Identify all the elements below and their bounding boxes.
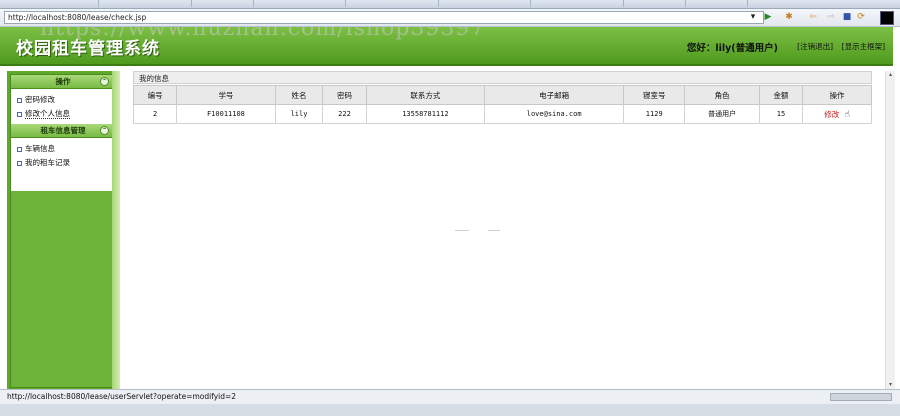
cell-action: 修改 ☝ <box>802 104 872 124</box>
cell-id: 2 <box>132 104 178 124</box>
column-header: 姓名 <box>274 85 324 105</box>
sidebar-item-edit-profile[interactable]: 修改个人信息 <box>11 107 115 121</box>
column-header: 操作 <box>802 85 872 105</box>
bullet-icon <box>17 98 22 103</box>
window-icon[interactable] <box>880 11 894 25</box>
editor-tab[interactable] <box>190 0 254 7</box>
cell-student-no: F10011108 <box>176 104 276 124</box>
sidebar-item-my-rentals[interactable]: 我的租车记录 <box>11 156 115 170</box>
sidebar-item-vehicle-info[interactable]: 车辆信息 <box>11 142 115 156</box>
tools-icon[interactable]: ✱ <box>784 12 794 22</box>
column-header: 寝室号 <box>623 85 686 105</box>
panel-title: 我的信息 <box>133 71 872 84</box>
table-header-row: 编号 学号 姓名 密码 联系方式 电子邮箱 寝室号 角色 金额 操作 <box>132 85 872 105</box>
modify-link[interactable]: 修改 <box>824 110 839 119</box>
cell-password: 222 <box>322 104 367 124</box>
editor-tab[interactable] <box>252 0 346 7</box>
column-header: 电子邮箱 <box>484 85 625 105</box>
browser-toolbar: ▾ ▶ ✱ ⇦ ⇨ ■ ⟳ <box>0 9 900 27</box>
sidebar-section-rental-management[interactable]: 租车信息管理 ⌃ <box>11 124 115 138</box>
bullet-icon <box>17 112 22 117</box>
bullet-icon <box>17 161 22 166</box>
page-header: https://www.huzhan.com/ishop39397 校园租车管理… <box>0 27 893 66</box>
logout-link[interactable]: [注销退出] <box>797 41 833 52</box>
refresh-icon[interactable]: ⟳ <box>856 12 866 22</box>
dropdown-icon[interactable]: ▾ <box>748 12 758 22</box>
browser-viewport: https://www.huzhan.com/ishop39397 校园租车管理… <box>0 27 896 389</box>
column-header: 编号 <box>132 85 178 105</box>
sidebar-item-label: 车辆信息 <box>25 144 55 153</box>
column-header: 联系方式 <box>365 85 486 105</box>
stop-icon[interactable]: ■ <box>842 12 852 22</box>
vertical-scrollbar[interactable]: ▴ ▾ <box>885 71 895 389</box>
collapse-icon[interactable]: ⌃ <box>100 126 109 135</box>
pointer-cursor-icon: ☝ <box>844 109 850 120</box>
scroll-up-icon[interactable]: ▴ <box>886 71 895 79</box>
cell-role: 普通用户 <box>684 104 760 124</box>
column-header: 金额 <box>758 85 804 105</box>
app-title: 校园租车管理系统 <box>16 39 160 59</box>
editor-tab[interactable] <box>345 0 439 7</box>
ghost-mark <box>455 230 469 231</box>
cell-dorm: 1129 <box>623 104 686 124</box>
show-main-frame-link[interactable]: [显示主框架] <box>842 41 885 52</box>
status-text: http://localhost:8080/lease/userServlet?… <box>7 392 237 401</box>
bottom-toolbar <box>0 404 900 416</box>
sidebar-filler <box>11 191 115 387</box>
forward-icon[interactable]: ⇨ <box>826 12 836 22</box>
sidebar-item-label: 密码修改 <box>25 95 55 104</box>
editor-tab[interactable] <box>684 0 748 7</box>
user-info-table: 编号 学号 姓名 密码 联系方式 电子邮箱 寝室号 角色 金额 操作 2 F10… <box>132 85 872 124</box>
sidebar-section-operations[interactable]: 操作 ⌃ <box>11 75 115 89</box>
editor-tab-strip <box>0 0 900 9</box>
status-bar: http://localhost:8080/lease/userServlet?… <box>0 389 900 404</box>
sidebar-item-change-password[interactable]: 密码修改 <box>11 93 115 107</box>
editor-tab[interactable] <box>0 0 99 7</box>
editor-tab[interactable] <box>622 0 686 7</box>
scroll-down-icon[interactable]: ▾ <box>886 381 895 389</box>
sidebar-section-title: 租车信息管理 <box>40 126 86 135</box>
back-icon[interactable]: ⇦ <box>808 12 818 22</box>
cell-amount: 15 <box>758 104 804 124</box>
column-header: 角色 <box>684 85 760 105</box>
sidebar: 操作 ⌃ 密码修改 修改个人信息 租车信息管理 ⌃ 车辆信息 我的租车记录 <box>7 71 119 389</box>
bullet-icon <box>17 147 22 152</box>
cell-phone: 13558781112 <box>365 104 486 124</box>
sidebar-section-title: 操作 <box>55 77 71 86</box>
cell-name: lily <box>274 104 324 124</box>
sidebar-menu: 操作 ⌃ 密码修改 修改个人信息 租车信息管理 ⌃ 车辆信息 我的租车记录 <box>10 74 116 388</box>
cell-email: love@sina.com <box>484 104 625 124</box>
sidebar-item-label: 我的租车记录 <box>25 158 70 167</box>
user-greeting: 您好：lily(普通用户) <box>686 43 778 54</box>
main-content: 我的信息 编号 学号 姓名 密码 联系方式 电子邮箱 寝室号 角色 金额 操作 <box>132 71 875 127</box>
url-input[interactable] <box>4 11 764 24</box>
editor-tab[interactable] <box>530 0 624 7</box>
collapse-icon[interactable]: ⌃ <box>100 77 109 86</box>
sidebar-item-label: 修改个人信息 <box>25 109 70 119</box>
column-header: 学号 <box>176 85 276 105</box>
progress-bar <box>830 393 892 401</box>
table-row: 2 F10011108 lily 222 13558781112 love@si… <box>132 104 872 124</box>
column-header: 密码 <box>322 85 367 105</box>
editor-tab[interactable] <box>98 0 192 7</box>
sidebar-scrollbar[interactable] <box>112 71 120 389</box>
go-icon[interactable]: ▶ <box>763 12 773 22</box>
ghost-mark <box>488 230 500 231</box>
editor-tab[interactable] <box>437 0 531 7</box>
